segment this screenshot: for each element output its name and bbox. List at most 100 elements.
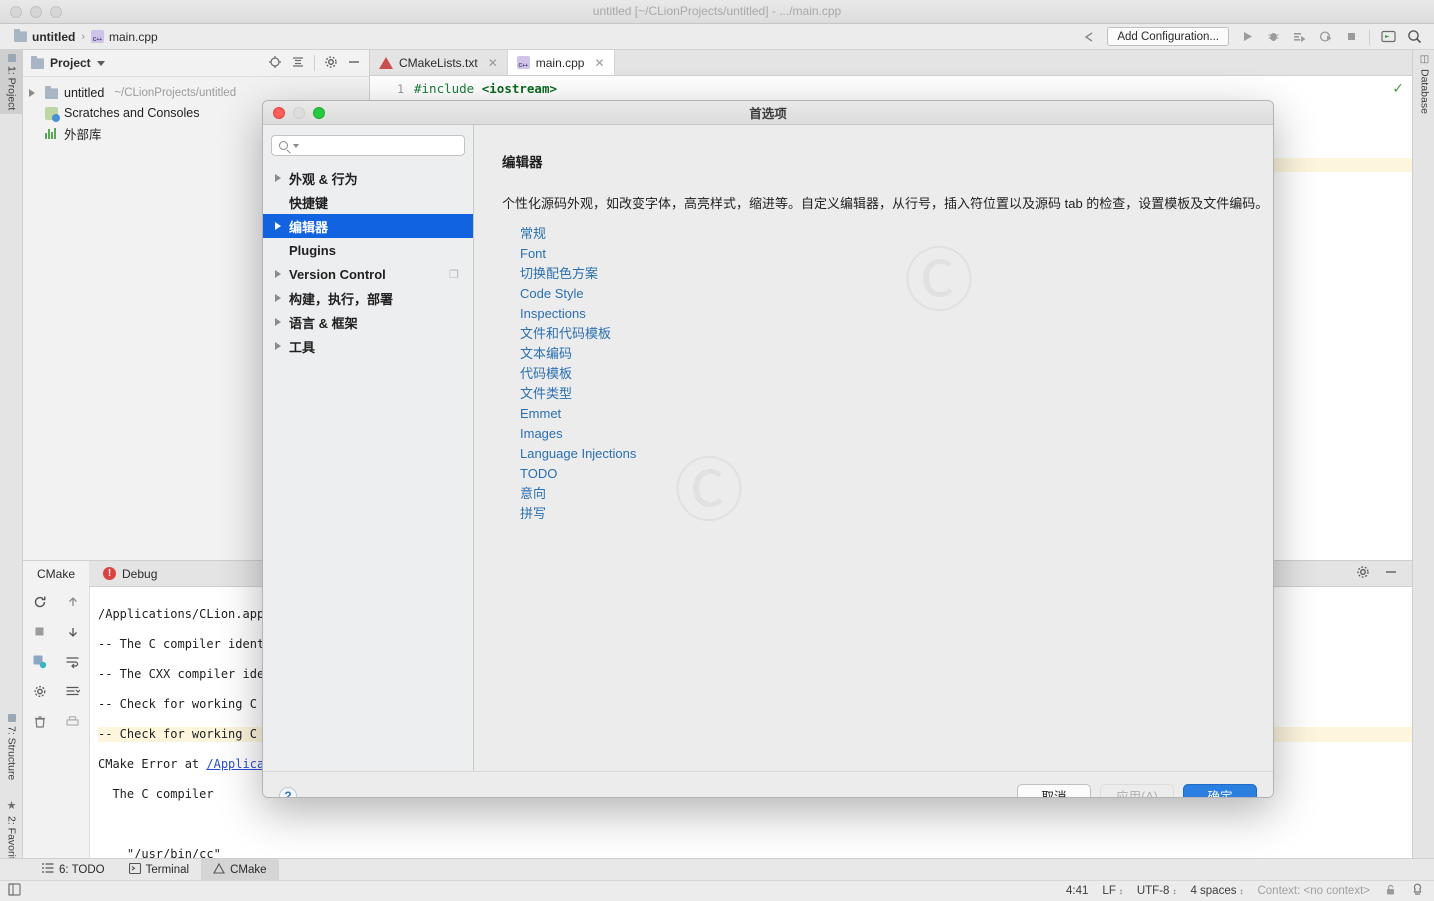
toggle-tasks-icon[interactable] — [32, 654, 47, 672]
sidebar-item-editor[interactable]: 编辑器 — [263, 214, 473, 238]
down-arrow-icon[interactable] — [66, 625, 80, 642]
chevron-right-icon[interactable] — [275, 174, 281, 182]
tab-cmakelists[interactable]: CMakeLists.txt ✕ — [370, 50, 508, 75]
encoding-selector[interactable]: UTF-8 ↕ — [1137, 885, 1177, 897]
settings-link-todo[interactable]: TODO — [520, 464, 1273, 484]
settings-link-images[interactable]: Images — [520, 424, 1273, 444]
settings-link-file-types[interactable]: 文件类型 — [520, 384, 1273, 404]
scroll-to-end-icon[interactable] — [65, 685, 81, 702]
tab-main-cpp[interactable]: main.cpp ✕ — [507, 50, 615, 75]
sidebar-item-database[interactable]: ◫ Database — [1413, 50, 1434, 118]
settings-link-color-scheme[interactable]: 切换配色方案 — [520, 264, 1273, 284]
settings-link-list: 常规 Font 切换配色方案 Code Style Inspections 文件… — [502, 224, 1273, 524]
sidebar-item-label: 工具 — [289, 339, 316, 355]
sidebar-item-plugins[interactable]: Plugins — [263, 238, 473, 262]
tab-debug[interactable]: ! Debug — [89, 561, 171, 587]
chevron-right-icon[interactable] — [275, 222, 281, 230]
stop-icon[interactable] — [33, 625, 46, 641]
gear-icon[interactable] — [324, 55, 338, 72]
settings-link-font[interactable]: Font — [520, 244, 1273, 264]
search-everywhere-icon[interactable] — [1406, 29, 1422, 45]
tool-tab-todo[interactable]: 6: TODO — [30, 859, 117, 881]
locate-file-icon[interactable] — [268, 55, 282, 72]
copy-icon[interactable]: ❐ — [449, 268, 459, 281]
debug-icon[interactable] — [1265, 29, 1281, 45]
add-configuration-button[interactable]: Add Configuration... — [1107, 27, 1229, 46]
hide-panel-icon[interactable] — [347, 55, 361, 72]
chevron-right-icon[interactable] — [275, 294, 281, 302]
dialog-close-button[interactable] — [273, 106, 285, 119]
collapse-all-icon[interactable] — [291, 55, 305, 72]
indent-selector[interactable]: 4 spaces ↕ — [1190, 885, 1243, 897]
run-icon[interactable] — [1239, 29, 1255, 45]
up-arrow-icon[interactable] — [66, 595, 80, 612]
settings-icon[interactable] — [33, 685, 47, 702]
rerun-icon[interactable] — [33, 595, 47, 612]
window-title: untitled [~/CLionProjects/untitled] - ..… — [592, 4, 842, 18]
tab-cmake[interactable]: CMake — [23, 560, 90, 587]
settings-link-file-and-code-templates[interactable]: 文件和代码模板 — [520, 324, 1273, 344]
sidebar-item-languages-frameworks[interactable]: 语言 & 框架 — [263, 310, 473, 334]
chevron-right-icon[interactable] — [275, 318, 281, 326]
ok-button[interactable]: 确定 — [1183, 783, 1257, 797]
chevron-right-icon[interactable] — [275, 342, 281, 350]
chevron-down-icon[interactable] — [293, 143, 299, 148]
sidebar-item-build-execution-deployment[interactable]: 构建，执行，部署 — [263, 286, 473, 310]
settings-link-general[interactable]: 常规 — [520, 224, 1273, 244]
hide-panel-icon[interactable] — [1384, 565, 1398, 582]
settings-link-inspections[interactable]: Inspections — [520, 304, 1273, 324]
help-button[interactable]: ? — [279, 786, 297, 797]
back-arrow-icon[interactable] — [1081, 29, 1097, 45]
line-separator-selector[interactable]: LF ↕ — [1102, 885, 1122, 897]
page-title: 编辑器 — [502, 155, 543, 170]
lock-icon[interactable] — [1384, 883, 1397, 899]
show-tool-windows-icon[interactable] — [8, 883, 21, 899]
gear-icon[interactable] — [1356, 565, 1370, 582]
dialog-minimize-button[interactable] — [293, 106, 305, 119]
caret-position[interactable]: 4:41 — [1066, 885, 1088, 897]
settings-link-spelling[interactable]: 拼写 — [520, 504, 1273, 524]
sidebar-item-version-control[interactable]: Version Control ❐ — [263, 262, 473, 286]
settings-link-file-encodings[interactable]: 文本编码 — [520, 344, 1273, 364]
breadcrumb-project-label: untitled — [32, 29, 76, 44]
run-with-coverage-icon[interactable] — [1291, 29, 1307, 45]
breadcrumb-project[interactable]: untitled — [14, 29, 76, 44]
settings-link-code-style[interactable]: Code Style — [520, 284, 1273, 304]
print-icon[interactable] — [65, 715, 80, 732]
tool-tab-cmake[interactable]: CMake — [201, 858, 279, 881]
inspection-ok-icon[interactable]: ✓ — [1392, 80, 1404, 97]
preferences-content: 编辑器 个性化源码外观，如改变字体，高亮样式，缩进等。自定义编辑器，从行号，插入… — [474, 125, 1273, 771]
chevron-right-icon[interactable] — [29, 89, 35, 97]
search-field[interactable] — [271, 135, 465, 156]
chevron-updown-icon: ↕ — [1239, 887, 1244, 896]
sidebar-item-project[interactable]: 1: Project — [0, 50, 23, 115]
sidebar-item-tools[interactable]: 工具 — [263, 334, 473, 358]
trash-icon[interactable] — [33, 715, 47, 732]
settings-link-live-templates[interactable]: 代码模板 — [520, 364, 1273, 384]
dialog-body: 外观 & 行为 快捷键 编辑器 Plugins Version Control … — [263, 125, 1273, 771]
profile-icon[interactable] — [1317, 29, 1333, 45]
sidebar-item-structure[interactable]: 7: Structure — [0, 710, 23, 784]
project-icon — [31, 55, 44, 69]
terminal-icon[interactable] — [1380, 29, 1396, 45]
settings-link-emmet[interactable]: Emmet — [520, 404, 1273, 424]
breadcrumb-file[interactable]: main.cpp — [91, 30, 158, 44]
close-icon[interactable]: ✕ — [488, 56, 498, 70]
inspections-icon[interactable] — [1411, 883, 1424, 899]
chevron-down-icon[interactable] — [96, 60, 105, 66]
cancel-button[interactable]: 取消 — [1017, 783, 1091, 797]
settings-link-intentions[interactable]: 意向 — [520, 484, 1273, 504]
settings-link-language-injections[interactable]: Language Injections — [520, 444, 1273, 464]
dialog-maximize-button[interactable] — [313, 106, 325, 119]
tool-tab-terminal[interactable]: Terminal — [117, 859, 201, 881]
close-icon[interactable]: ✕ — [594, 56, 604, 70]
soft-wrap-icon[interactable] — [65, 655, 80, 672]
sidebar-item-keymap[interactable]: 快捷键 — [263, 190, 473, 214]
project-tab-label: 1: Project — [5, 66, 18, 111]
stop-icon[interactable] — [1343, 29, 1359, 45]
search-input[interactable] — [304, 138, 457, 153]
chevron-right-icon[interactable] — [275, 270, 281, 278]
sidebar-item-appearance-behavior[interactable]: 外观 & 行为 — [263, 166, 473, 190]
sidebar-item-label: Plugins — [289, 242, 336, 258]
